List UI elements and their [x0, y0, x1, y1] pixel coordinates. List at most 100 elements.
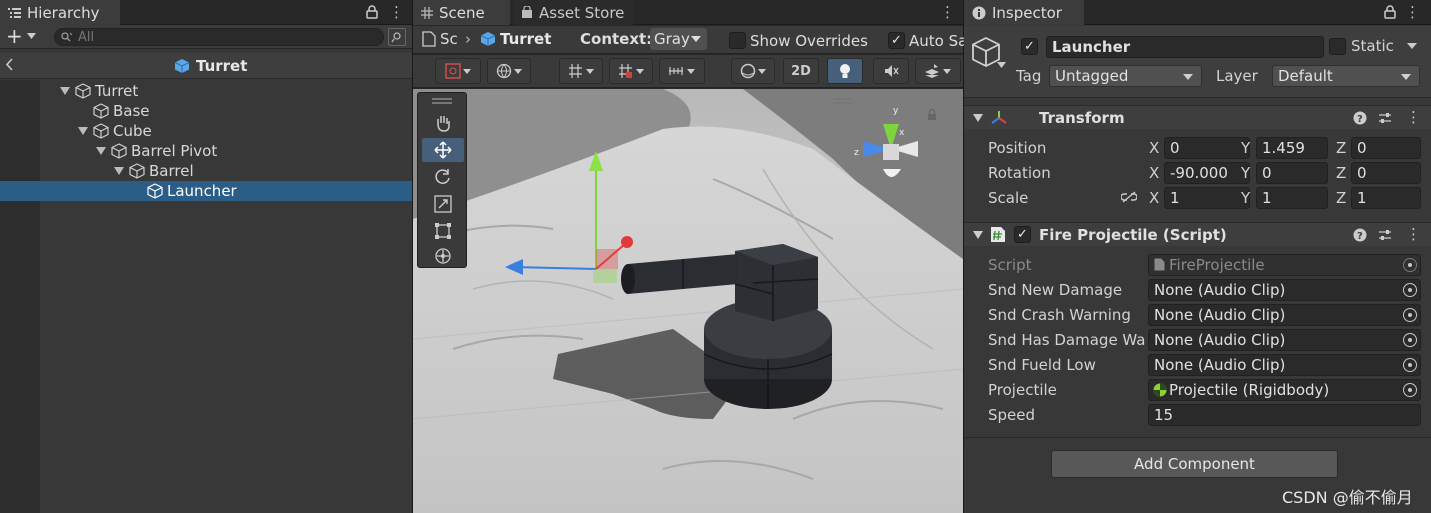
rect-tool-button[interactable] [422, 219, 464, 243]
speed-field[interactable]: 15 [1148, 404, 1421, 426]
scale-x-field[interactable]: 1 [1164, 187, 1250, 209]
chevron-down-icon[interactable] [1407, 43, 1417, 49]
scale-y-field[interactable]: 1 [1256, 187, 1328, 209]
inspector-menu-icon[interactable]: ⋮ [1405, 4, 1420, 20]
expand-triangle-icon[interactable] [113, 165, 125, 177]
hierarchy-item-cube[interactable]: Cube [0, 121, 412, 141]
hierarchy-search-field[interactable]: All [54, 28, 384, 46]
rotation-z-field[interactable]: 0 [1351, 162, 1421, 184]
rotation-x-field[interactable]: -90.000 [1164, 162, 1250, 184]
incremental-snap-dropdown[interactable] [609, 58, 653, 84]
axis-x-label[interactable]: X [1149, 139, 1159, 157]
hierarchy-item-barrel-pivot[interactable]: Barrel Pivot [0, 141, 412, 161]
snd-crash-warning-field[interactable]: None (Audio Clip) [1148, 304, 1421, 326]
breadcrumb-prefab[interactable]: Turret [500, 30, 551, 48]
global-local-dropdown[interactable] [487, 58, 531, 84]
add-object-button[interactable]: + [6, 26, 42, 46]
axis-z-label[interactable]: Z [1336, 189, 1346, 207]
scene-viewport[interactable]: x y z [413, 89, 963, 513]
object-picker-icon[interactable] [1403, 383, 1417, 397]
hierarchy-menu-icon[interactable]: ⋮ [389, 4, 404, 20]
snd-fueld-low-field[interactable]: None (Audio Clip) [1148, 354, 1421, 376]
snap-grid-dropdown[interactable] [559, 58, 603, 84]
effects-dropdown[interactable] [915, 58, 961, 84]
context-dropdown[interactable]: Gray [650, 28, 707, 50]
rotation-y-field[interactable]: 0 [1256, 162, 1328, 184]
hand-tool-button[interactable] [422, 111, 464, 135]
axis-z-label[interactable]: Z [1336, 139, 1346, 157]
component-menu-icon[interactable]: ⋮ [1406, 225, 1421, 243]
component-menu-icon[interactable]: ⋮ [1406, 108, 1421, 126]
position-x-field[interactable]: 0 [1164, 137, 1250, 159]
tab-asset-store[interactable]: Asset Store [513, 0, 633, 25]
toggle-2d-button[interactable]: 2D [783, 58, 819, 84]
show-overrides-checkbox[interactable] [729, 32, 746, 49]
chevron-down-icon[interactable] [997, 62, 1006, 68]
position-z-field[interactable]: 0 [1351, 137, 1421, 159]
fire-projectile-header[interactable]: ✓ Fire Projectile (Script) ? ⋮ [964, 222, 1431, 246]
layer-dropdown[interactable]: Default [1272, 65, 1420, 87]
object-picker-icon[interactable] [1403, 358, 1417, 372]
object-picker-icon[interactable] [1403, 283, 1417, 297]
render-mode-dropdown[interactable] [731, 58, 775, 84]
object-picker-icon[interactable] [1403, 308, 1417, 322]
lock-icon[interactable] [927, 109, 937, 121]
axis-x-label[interactable]: X [1149, 164, 1159, 182]
move-tool-button[interactable] [422, 138, 464, 162]
rotation-label: Rotation [988, 164, 1051, 182]
axis-x-label[interactable]: X [1149, 189, 1159, 207]
snd-new-damage-value: None (Audio Clip) [1154, 281, 1286, 299]
back-icon[interactable] [6, 58, 14, 71]
expand-triangle-icon[interactable] [95, 145, 107, 157]
transform-tool-button[interactable] [422, 245, 464, 267]
constrain-proportions-icon[interactable] [1121, 191, 1137, 203]
info-icon [972, 6, 986, 20]
transform-header[interactable]: Transform ? ⋮ [964, 105, 1431, 129]
draw-mode-dropdown[interactable] [435, 58, 481, 84]
hierarchy-item-launcher[interactable]: Launcher [0, 181, 412, 201]
projectile-field[interactable]: Projectile (Rigidbody) [1148, 379, 1421, 401]
snd-new-damage-field[interactable]: None (Audio Clip) [1148, 279, 1421, 301]
static-checkbox[interactable] [1329, 38, 1346, 55]
hand-icon [434, 114, 452, 132]
lock-icon[interactable] [366, 5, 378, 19]
hierarchy-item-turret[interactable]: Turret [0, 81, 412, 101]
lighting-toggle[interactable] [827, 58, 863, 84]
help-icon[interactable]: ? [1353, 111, 1367, 125]
auto-save-checkbox[interactable]: ✓ [888, 32, 905, 49]
ruler-dropdown[interactable] [659, 58, 705, 84]
tab-hierarchy[interactable]: Hierarchy [0, 0, 120, 25]
scale-z-field[interactable]: 1 [1351, 187, 1421, 209]
expand-triangle-icon[interactable] [59, 85, 71, 97]
hierarchy-item-barrel[interactable]: Barrel [0, 161, 412, 181]
add-component-button[interactable]: Add Component [1051, 450, 1338, 478]
ruler-icon [668, 63, 696, 79]
scene-menu-icon[interactable]: ⋮ [940, 4, 955, 20]
object-name-field[interactable]: Launcher [1046, 36, 1324, 58]
hierarchy-item-base[interactable]: Base [0, 101, 412, 121]
axis-y-label[interactable]: Y [1241, 164, 1250, 182]
audio-toggle[interactable] [873, 58, 909, 84]
axis-y-label[interactable]: Y [1241, 189, 1250, 207]
axis-z-label[interactable]: Z [1336, 164, 1346, 182]
object-picker-icon[interactable] [1403, 333, 1417, 347]
tag-dropdown[interactable]: Untagged [1049, 65, 1202, 87]
rotate-tool-button[interactable] [422, 165, 464, 189]
tab-inspector[interactable]: Inspector [964, 0, 1084, 25]
scene-visibility-button[interactable] [388, 28, 406, 46]
snd-has-damage-warn-field[interactable]: None (Audio Clip) [1148, 329, 1421, 351]
scale-tool-button[interactable] [422, 192, 464, 216]
position-y-field[interactable]: 1.459 [1256, 137, 1328, 159]
preset-sliders-icon[interactable] [1378, 228, 1392, 242]
foldout-triangle-icon[interactable] [973, 114, 983, 122]
lock-icon[interactable] [1384, 5, 1396, 19]
help-icon[interactable]: ? [1353, 228, 1367, 242]
axis-y-label[interactable]: Y [1241, 139, 1250, 157]
breadcrumb-root[interactable]: Sc [440, 30, 458, 48]
expand-triangle-icon[interactable] [77, 125, 89, 137]
preset-sliders-icon[interactable] [1378, 111, 1392, 125]
active-checkbox[interactable]: ✓ [1021, 38, 1038, 55]
foldout-triangle-icon[interactable] [973, 231, 983, 239]
tab-scene[interactable]: Scene [413, 0, 510, 25]
script-enabled-checkbox[interactable]: ✓ [1014, 226, 1031, 243]
